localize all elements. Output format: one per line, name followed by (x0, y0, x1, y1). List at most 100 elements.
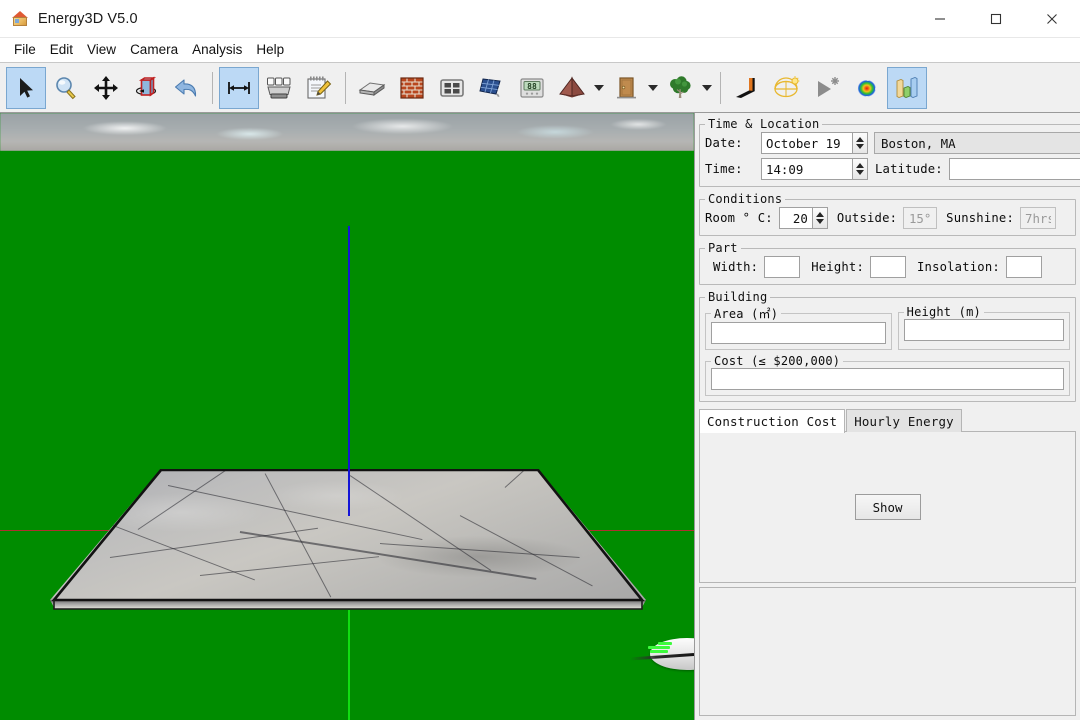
window-controls (912, 0, 1080, 37)
building-cost-subgroup: Cost (≤ $200,000) (705, 354, 1070, 396)
conditions-group: Conditions Room ° C: Outside: Sunshine: (699, 192, 1076, 236)
sky-backdrop (0, 113, 694, 151)
time-location-group: Time & Location Date: Boston, MA Time: L… (699, 117, 1080, 187)
menu-view[interactable]: View (80, 41, 123, 59)
sensor-display-icon[interactable]: 88 (512, 67, 552, 109)
part-legend: Part (708, 241, 738, 255)
menu-camera[interactable]: Camera (123, 41, 185, 59)
move-arrows-icon[interactable] (86, 67, 126, 109)
notepad-pencil-icon[interactable] (299, 67, 339, 109)
svg-text:88: 88 (527, 81, 537, 90)
solar-panel-icon[interactable] (472, 67, 512, 109)
play-sun-icon[interactable] (807, 67, 847, 109)
dimension-arrows-icon[interactable] (219, 66, 259, 109)
part-width-label: Width: (713, 260, 759, 274)
part-row: Width: Height: Insolation: (705, 256, 1070, 278)
date-spinner[interactable] (853, 132, 868, 154)
platform-slab-icon[interactable] (352, 67, 392, 109)
3d-scene-viewport[interactable] (0, 113, 695, 720)
tab-strip: Construction Cost Hourly Energy (699, 408, 1076, 433)
part-height-input[interactable] (870, 256, 906, 278)
minimize-icon[interactable] (912, 0, 968, 38)
ground-plane (0, 151, 694, 720)
energy3d-window: Energy3D V5.0 File Edit View Camera Anal… (0, 0, 1080, 720)
tab-hourly-energy[interactable]: Hourly Energy (846, 409, 962, 432)
shadow-corner-icon[interactable] (727, 67, 767, 109)
outside-temp-value (903, 207, 938, 229)
time-row: Time: Latitude: (705, 158, 1080, 180)
part-insolation-input[interactable] (1005, 256, 1042, 278)
part-insolation-label: Insolation: (917, 260, 1000, 274)
latitude-input[interactable] (948, 158, 1080, 180)
select-tool[interactable] (6, 66, 46, 109)
conditions-row: Room ° C: Outside: Sunshine: (705, 207, 1070, 229)
show-button[interactable]: Show (854, 494, 921, 520)
date-row: Date: Boston, MA (705, 132, 1080, 154)
pyramid-roof-icon[interactable] (552, 67, 592, 109)
room-temp-input[interactable] (778, 207, 813, 229)
chevron-down-icon[interactable] (646, 67, 660, 109)
tab-construction-cost[interactable]: Construction Cost (699, 409, 846, 433)
part-width-input[interactable] (764, 256, 801, 278)
part-height-label: Height: (811, 260, 864, 274)
chevron-down-icon[interactable] (700, 67, 714, 109)
toolbar-separator (720, 71, 721, 104)
main-content: Time & Location Date: Boston, MA Time: L… (0, 113, 1080, 720)
printer-icon[interactable] (259, 67, 299, 109)
tab-panel-body: Show (699, 431, 1076, 583)
chevron-down-icon[interactable] (592, 67, 606, 109)
sunshine-label: Sunshine: (946, 211, 1014, 225)
time-label: Time: (705, 162, 743, 176)
maximize-icon[interactable] (968, 0, 1024, 38)
axis-y-line (348, 610, 350, 720)
toolbar-separator (212, 71, 213, 104)
menu-help[interactable]: Help (249, 41, 291, 59)
menu-edit[interactable]: Edit (43, 41, 80, 59)
window-title: Energy3D V5.0 (38, 10, 138, 27)
close-icon[interactable] (1024, 0, 1080, 38)
building-height-input[interactable] (903, 319, 1064, 341)
properties-sidebar: Time & Location Date: Boston, MA Time: L… (695, 113, 1080, 720)
menu-bar: File Edit View Camera Analysis Help (0, 38, 1080, 63)
sun-path-globe-icon[interactable] (767, 67, 807, 109)
house-icon (11, 10, 29, 28)
compass-widget[interactable] (628, 624, 694, 676)
tree-icon[interactable] (660, 67, 700, 109)
window-grid-icon[interactable] (432, 67, 472, 109)
building-cost-legend: Cost (≤ $200,000) (714, 354, 841, 368)
undo-arrow-icon[interactable] (166, 67, 206, 109)
building-area-input[interactable] (711, 322, 886, 344)
time-location-legend: Time & Location (708, 117, 820, 131)
brick-wall-icon[interactable] (392, 67, 432, 109)
rotate-box-icon[interactable] (126, 67, 166, 109)
room-temp-label: Room ° C: (705, 211, 773, 225)
axis-z-line (348, 226, 350, 516)
menu-analysis[interactable]: Analysis (185, 41, 249, 59)
date-label: Date: (705, 136, 743, 150)
building-legend: Building (708, 290, 768, 304)
building-area-legend: Area (㎡) (714, 307, 779, 321)
building-height-legend: Height (m) (906, 305, 981, 319)
heatmap-icon[interactable] (847, 67, 887, 109)
building-area-subgroup: Area (㎡) (705, 305, 892, 350)
date-input[interactable] (761, 132, 853, 154)
title-bar: Energy3D V5.0 (0, 0, 1080, 38)
door-icon[interactable] (606, 67, 646, 109)
location-combobox[interactable]: Boston, MA (874, 132, 1080, 154)
time-spinner[interactable] (853, 158, 868, 180)
conditions-legend: Conditions (708, 192, 783, 206)
part-group: Part Width: Height: Insolation: (699, 241, 1076, 285)
latitude-label: Latitude: (875, 162, 943, 176)
time-input[interactable] (761, 158, 853, 180)
location-value: Boston, MA (881, 135, 956, 151)
sunshine-value (1020, 207, 1056, 229)
room-temp-spinner[interactable] (812, 207, 828, 229)
toolbar-separator (345, 71, 346, 104)
menu-file[interactable]: File (7, 41, 43, 59)
building-area-height-row: Area (㎡) Height (m) (705, 305, 1070, 350)
magnifier-icon[interactable] (46, 67, 86, 109)
building-height-subgroup: Height (m) (897, 305, 1070, 350)
bar-chart-icon[interactable] (887, 66, 927, 109)
analysis-tabs: Construction Cost Hourly Energy Show (699, 408, 1076, 583)
building-cost-input[interactable] (711, 368, 1064, 390)
